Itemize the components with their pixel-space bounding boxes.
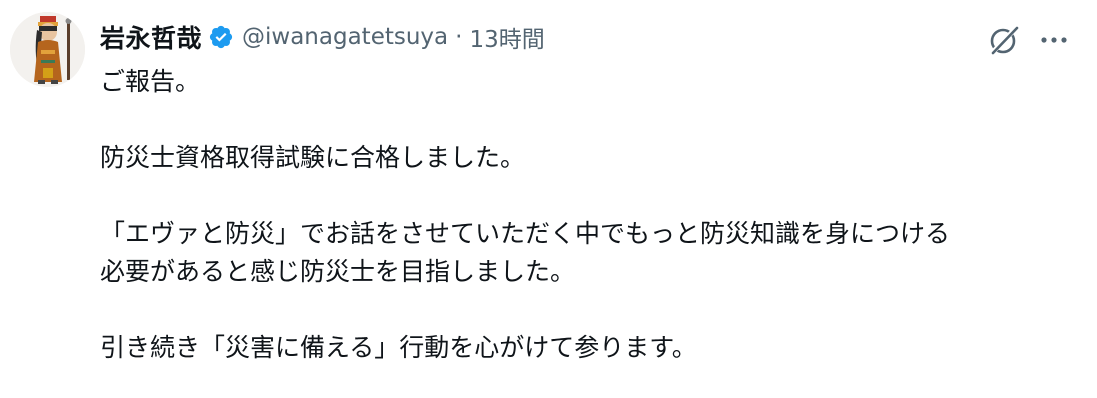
post-text-line: 防災士資格取得試験に合格しました。 bbox=[100, 143, 526, 172]
more-options-button[interactable] bbox=[1036, 22, 1072, 58]
author-handle[interactable]: @iwanagatetsuya bbox=[242, 24, 448, 50]
more-icon bbox=[1041, 37, 1067, 43]
avatar[interactable] bbox=[10, 12, 85, 87]
post-body: ご報告。 防災士資格取得試験に合格しました。 「エヴァと防災」でお話をさせていた… bbox=[100, 63, 1080, 367]
post-timestamp[interactable]: 13時間 bbox=[469, 20, 544, 54]
verified-badge-icon bbox=[208, 24, 234, 50]
post-text-line: ご報告。 bbox=[100, 67, 201, 96]
post-text-line bbox=[100, 291, 1080, 329]
grok-icon bbox=[990, 25, 1019, 55]
post-text-line: 必要があると感じ防災士を目指しました。 bbox=[100, 257, 576, 286]
tweet-header: 岩永哲哉 @iwanagatetsuya · 13時間 bbox=[100, 20, 545, 54]
grok-button[interactable] bbox=[986, 22, 1022, 58]
post-text-line: 「エヴァと防災」でお話をさせていただく中でもっと防災知識を身につける bbox=[100, 219, 951, 248]
post-text-line: 引き続き「災害に備える」行動を心がけて参ります。 bbox=[100, 333, 697, 362]
post-text-line bbox=[100, 177, 1080, 215]
tweet: 岩永哲哉 @iwanagatetsuya · 13時間 ご報告。 防災士資格取得… bbox=[0, 0, 1097, 398]
post-text-line bbox=[100, 101, 1080, 139]
author-name[interactable]: 岩永哲哉 bbox=[100, 19, 202, 55]
avatar-illustration bbox=[10, 12, 85, 87]
separator-dot: · bbox=[455, 24, 463, 50]
